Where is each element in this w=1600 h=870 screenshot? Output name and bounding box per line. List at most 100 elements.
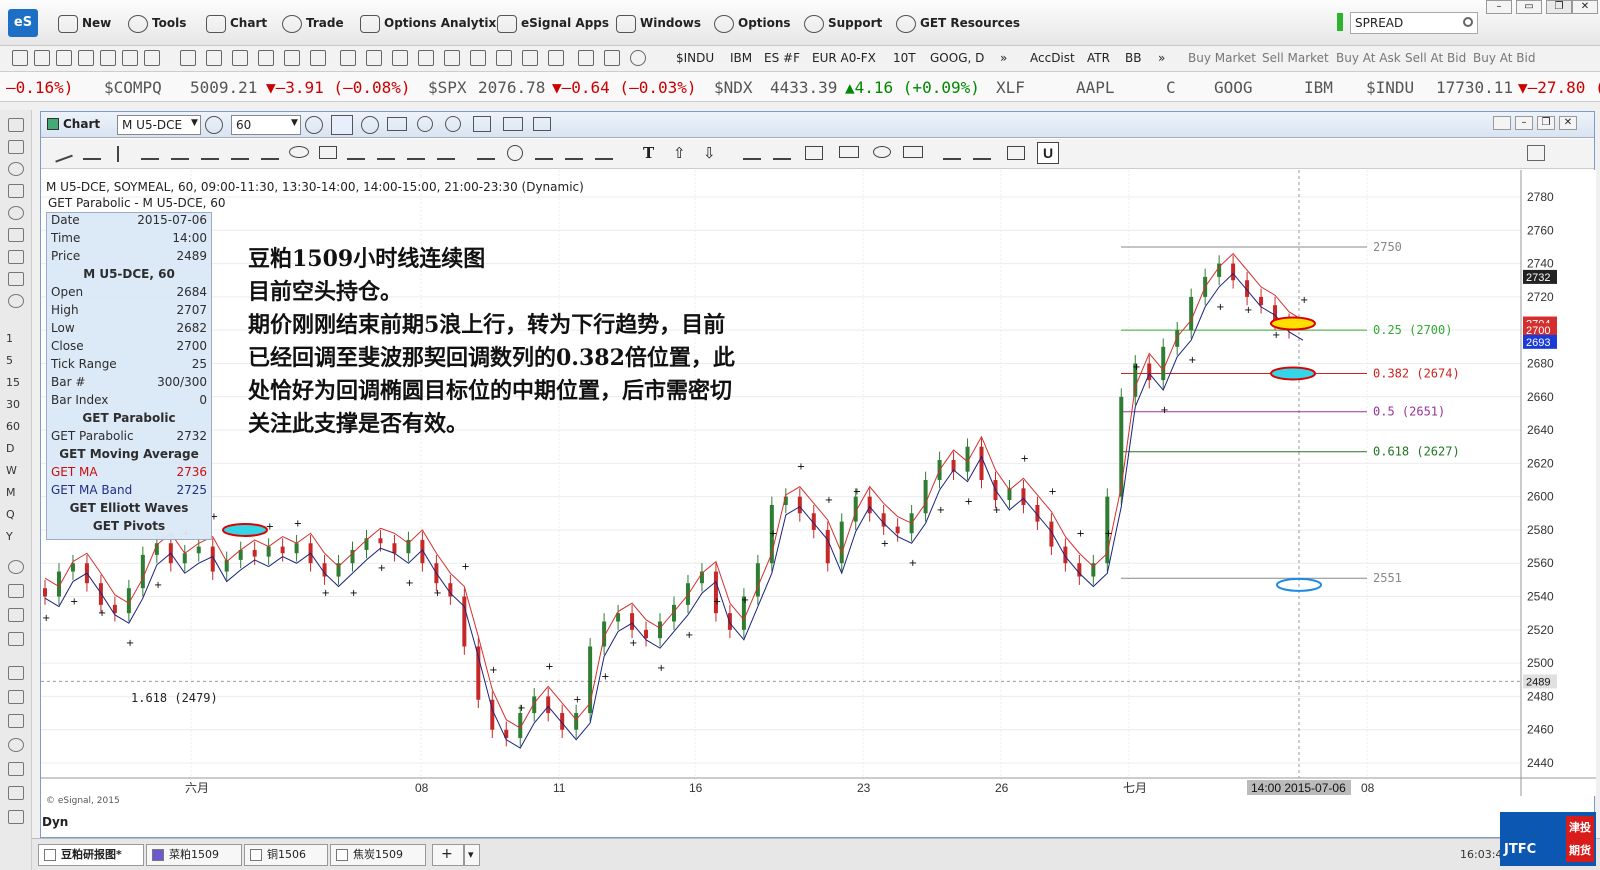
draw-arrow-down-icon[interactable]: ⇩ [703,144,716,162]
draw-pti-icon[interactable] [903,146,923,158]
quick-symbol-eur[interactable]: EUR A0-FX [812,51,876,65]
app-restore-button[interactable]: ❐ [1546,0,1572,14]
interval-d[interactable]: D [6,442,14,455]
left-tool-icon[interactable] [8,690,24,704]
buy-at-ask-button[interactable]: Buy At Ask [1336,51,1401,65]
draw-eye-icon[interactable] [873,146,891,158]
draw-circle-icon[interactable] [507,145,523,161]
ticker-symbol[interactable]: XLF [996,78,1025,97]
play-icon[interactable] [417,116,433,132]
left-tool-icon[interactable] [8,162,24,176]
interval-q[interactable]: Q [6,508,15,521]
draw-bars-icon[interactable] [595,146,613,160]
draw-gann-icon[interactable] [261,146,279,160]
tool-icon-15[interactable] [366,50,382,66]
ticker-symbol[interactable]: C [1166,78,1176,97]
tab-page-2[interactable]: 菜粕1509 [146,844,242,866]
app-minimize-button[interactable]: – [1486,0,1512,14]
draw-hline-icon[interactable] [83,146,101,160]
tab-checkbox[interactable] [152,849,164,861]
comment-icon[interactable] [533,117,551,131]
draw-text-icon[interactable]: T [643,144,654,162]
draw-vline-icon[interactable] [117,146,119,162]
tool-icon-2[interactable] [34,50,50,66]
left-tool-icon[interactable] [8,228,24,242]
draw-cycle-icon[interactable] [437,146,455,160]
tool-icon-6[interactable] [122,50,138,66]
chart-close-button[interactable]: ✕ [1559,116,1577,130]
settings-gear-icon[interactable] [205,116,223,134]
toolbar-round-icon[interactable] [361,116,379,134]
draw-fib-icon[interactable] [171,146,189,160]
search-icon[interactable] [1463,17,1473,27]
dyn-label[interactable]: Dyn [42,815,68,829]
symbol-select[interactable]: M U5-DCE [117,115,201,135]
refresh-icon[interactable] [630,50,646,66]
interval-1[interactable]: 1 [6,332,13,345]
tool-icon-3[interactable] [56,50,72,66]
draw-mob-icon[interactable] [839,146,859,158]
draw-parallel-icon[interactable] [477,146,495,160]
tool-icon-22[interactable] [548,50,564,66]
left-tool-icon[interactable] [8,608,24,622]
tool-icon-24[interactable] [604,50,620,66]
left-tool-icon[interactable] [8,584,24,598]
chart-minimize-button[interactable]: – [1515,116,1533,130]
menu-esignal-apps[interactable]: eSignal Apps [497,13,609,33]
interval-y[interactable]: Y [6,530,13,543]
menu-get-resources[interactable]: GET Resources [896,13,1020,33]
left-tool-icon[interactable] [8,666,24,680]
left-tool-icon[interactable] [8,272,24,286]
left-tool-icon[interactable] [8,738,24,752]
interval-60[interactable]: 60 [6,420,20,433]
interval-m[interactable]: M [6,486,16,499]
tab-checkbox[interactable] [336,849,348,861]
draw-list-icon[interactable] [535,146,553,160]
tool-icon-11[interactable] [258,50,274,66]
left-tool-icon[interactable] [8,294,24,308]
tool-icon-9[interactable] [206,50,222,66]
menu-tools[interactable]: Tools [128,13,186,33]
study-accdist[interactable]: AccDist [1030,51,1075,65]
efs-icon[interactable] [503,117,523,131]
tab-page-4[interactable]: 焦炭1509 [330,844,426,866]
left-tool-icon[interactable] [8,206,24,220]
ticker-symbol[interactable]: $SPX [428,78,467,97]
chart-link-button[interactable] [1493,116,1511,130]
left-tool-icon[interactable] [8,118,24,132]
tool-icon-14[interactable] [340,50,356,66]
add-tab-button[interactable]: + [432,844,464,866]
buy-at-bid-button[interactable]: Buy At Bid [1473,51,1535,65]
app-maximize-button[interactable]: ▭ [1516,0,1542,14]
ticker-symbol[interactable]: $INDU [1366,78,1414,97]
interval-w[interactable]: W [6,464,17,477]
more-studies-chevron-icon[interactable]: » [1158,51,1165,65]
menu-support[interactable]: Support [804,13,882,33]
menu-chart[interactable]: Chart [206,13,267,33]
esignal-logo[interactable]: eS [8,9,38,37]
tab-menu-chevron-icon[interactable]: ▾ [464,844,480,866]
quick-symbol-10t[interactable]: 10T [893,51,916,65]
tool-icon-4[interactable] [78,50,94,66]
draw-triangle-icon[interactable] [377,146,395,160]
tag-icon[interactable] [473,116,491,132]
quick-symbol-es[interactable]: ES #F [764,51,800,65]
study-atr[interactable]: ATR [1087,51,1110,65]
tool-icon-5[interactable] [100,50,116,66]
left-tool-icon[interactable] [8,250,24,264]
ticker-symbol[interactable]: GOOG [1214,78,1253,97]
eraser-icon[interactable] [973,146,991,160]
interval-select-chevron-icon[interactable]: ▼ [291,118,298,128]
tool-icon-16[interactable] [392,50,408,66]
left-tool-icon[interactable] [8,714,24,728]
left-tool-icon[interactable] [8,810,24,824]
toolbar-corner-icon[interactable] [1527,145,1545,161]
quick-symbol-goog[interactable]: GOOG, D [930,51,984,65]
left-tool-icon[interactable] [8,762,24,776]
symbol-search-input[interactable]: SPREAD [1350,12,1478,34]
menu-options-analytix[interactable]: Options Analytix [360,13,496,33]
alert-icon[interactable] [445,116,461,132]
tool-icon-17[interactable] [418,50,434,66]
chart-maximize-button[interactable]: ❐ [1537,116,1555,130]
draw-grid-icon[interactable] [805,146,823,160]
